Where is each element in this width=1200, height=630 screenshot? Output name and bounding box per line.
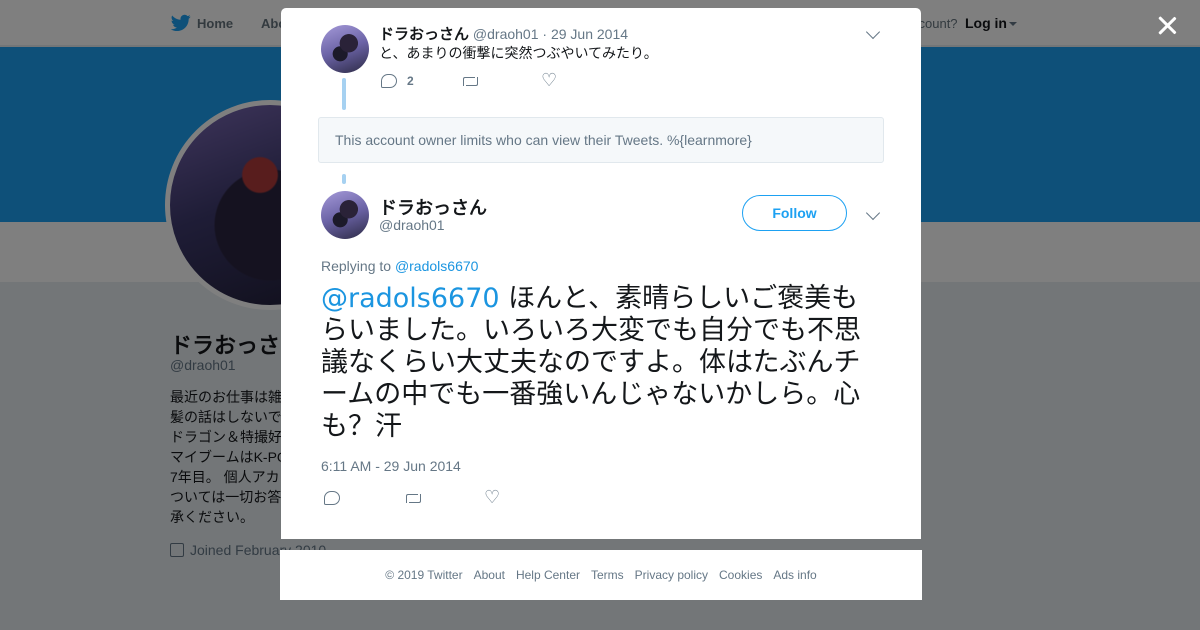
tweet-timestamp[interactable]: 6:11 AM - 29 Jun 2014: [321, 458, 461, 474]
thread-line: [342, 78, 346, 110]
author-handle[interactable]: @draoh01: [473, 26, 539, 42]
replying-prefix: Replying to: [321, 258, 392, 274]
footer-copyright: © 2019 Twitter: [385, 568, 463, 582]
tweet-date[interactable]: 29 Jun 2014: [551, 26, 628, 42]
replying-to: Replying to @radols6670: [321, 258, 478, 274]
avatar[interactable]: [321, 191, 369, 239]
footer-link-privacy[interactable]: Privacy policy: [635, 568, 708, 582]
thread-line: [342, 174, 346, 184]
retweet-button[interactable]: [461, 75, 541, 87]
ancestor-tweet-actions: 2 ♡: [381, 70, 621, 91]
separator: ·: [542, 26, 548, 42]
author-name[interactable]: ドラおっさん: [379, 26, 469, 43]
ancestor-tweet-header: ドラおっさん @draoh01 · 29 Jun 2014: [379, 23, 628, 44]
protected-account-notice: This account owner limits who can view t…: [318, 117, 884, 163]
tweet-text: @radols6670 ほんと、素晴らしいご褒美もらいました。いろいろ大変でも自…: [321, 283, 883, 443]
replying-to-link[interactable]: @radols6670: [395, 258, 479, 274]
like-button[interactable]: ♡: [541, 70, 621, 91]
retweet-button[interactable]: [404, 492, 484, 504]
footer-link-about[interactable]: About: [474, 568, 505, 582]
ancestor-tweet-text: と、あまりの衝撃に突然つぶやいてみたり。: [379, 45, 658, 61]
retweet-icon: [404, 492, 422, 504]
reply-button[interactable]: 2: [381, 74, 461, 88]
like-button[interactable]: ♡: [484, 487, 564, 508]
avatar[interactable]: [321, 25, 369, 73]
reply-icon: [324, 491, 340, 505]
tweet-permalink-modal: ドラおっさん @draoh01 · 29 Jun 2014 と、あまりの衝撃に突…: [281, 8, 921, 539]
heart-icon: ♡: [541, 70, 558, 91]
reply-icon: [381, 74, 397, 88]
footer-link-cookies[interactable]: Cookies: [719, 568, 762, 582]
footer-link-ads-info[interactable]: Ads info: [773, 568, 816, 582]
mention-link[interactable]: @radols6670: [321, 283, 500, 314]
footer-link-help-center[interactable]: Help Center: [516, 568, 580, 582]
tweet-actions: ♡: [324, 487, 564, 508]
chevron-down-icon[interactable]: [865, 205, 881, 221]
follow-button[interactable]: Follow: [742, 195, 847, 231]
footer-link-terms[interactable]: Terms: [591, 568, 624, 582]
retweet-icon: [461, 75, 479, 87]
footer: © 2019 Twitter About Help Center Terms P…: [280, 550, 922, 600]
heart-icon: ♡: [484, 487, 501, 508]
reply-count: 2: [407, 74, 414, 88]
reply-button[interactable]: [324, 491, 404, 505]
author-handle[interactable]: @draoh01: [379, 217, 445, 233]
chevron-down-icon[interactable]: [865, 24, 881, 40]
close-icon[interactable]: [1154, 12, 1180, 38]
